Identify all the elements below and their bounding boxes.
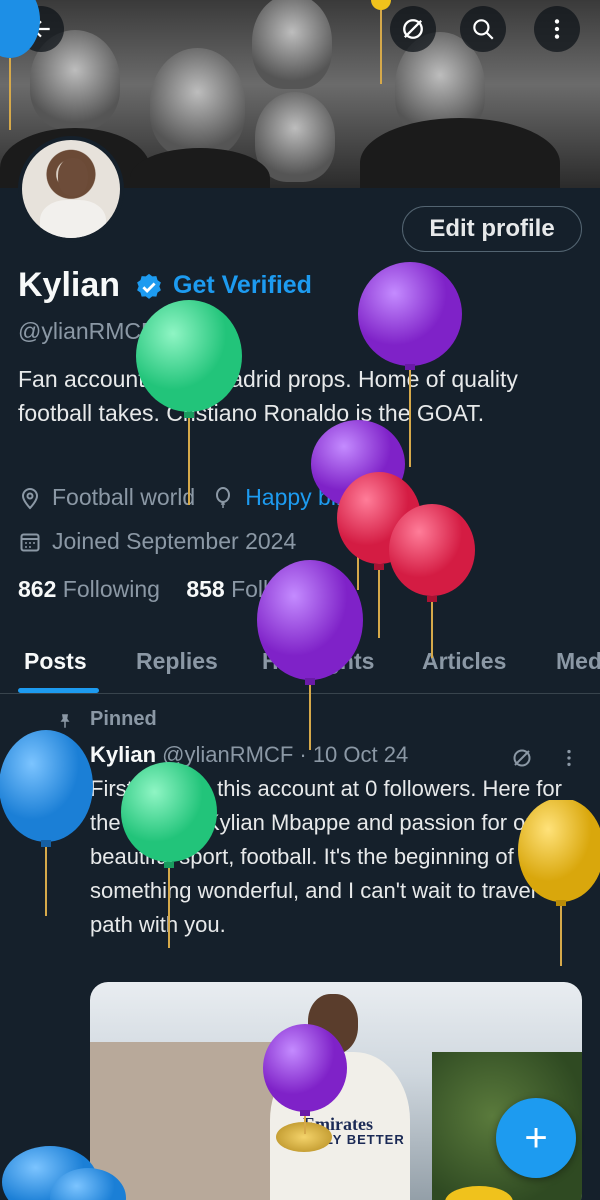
tab-articles[interactable]: Articles	[422, 648, 506, 675]
tab-replies[interactable]: Replies	[136, 648, 218, 675]
follow-stats: 862 Following 858 Followers	[18, 576, 330, 603]
profile-joined-date: Joined September 2024	[52, 528, 297, 554]
balloon-red-2	[389, 504, 475, 658]
profile-avatar[interactable]	[18, 136, 124, 242]
post-header: Kylian @ylianRMCF · 10 Oct 24	[90, 742, 408, 768]
location-pin-icon	[18, 486, 42, 510]
following-link[interactable]: 862 Following	[18, 576, 160, 602]
pin-icon	[60, 714, 70, 728]
following-count: 862	[18, 576, 57, 602]
verified-badge-icon[interactable]	[134, 272, 164, 302]
get-verified-link[interactable]: Get Verified	[173, 271, 312, 300]
profile-bio: Fan account. Real Madrid props. Home of …	[18, 366, 518, 426]
compose-post-button[interactable]: +	[496, 1098, 576, 1178]
grok-icon	[403, 19, 423, 39]
back-arrow-icon	[31, 20, 50, 38]
following-label: Following	[62, 576, 160, 602]
more-options-button[interactable]	[534, 6, 580, 52]
post-more-icon[interactable]	[558, 746, 580, 770]
search-icon	[473, 19, 494, 40]
followers-label: Followers	[231, 576, 330, 602]
birthday-link[interactable]: Happy birthday!	[245, 484, 406, 511]
tab-highlights[interactable]: Highlights	[262, 648, 374, 675]
tab-media[interactable]: Media	[556, 648, 600, 675]
search-button[interactable]	[460, 6, 506, 52]
profile-location: Football world	[52, 484, 196, 510]
profile-name: Kylian	[18, 266, 121, 304]
more-vertical-icon	[554, 19, 560, 39]
profile-handle: @ylianRMCF	[18, 318, 156, 344]
grok-button[interactable]	[390, 6, 436, 52]
post-text: First post on this account at 0 follower…	[90, 776, 577, 937]
profile-tabs: Posts Replies Highlights Articles Media	[0, 636, 600, 694]
followers-count: 858	[186, 576, 225, 602]
active-tab-indicator	[18, 688, 99, 693]
followers-link[interactable]: 858 Followers	[186, 576, 329, 602]
post-handle-date: @ylianRMCF · 10 Oct 24	[162, 742, 409, 767]
post-author[interactable]: Kylian	[90, 742, 156, 767]
balloon-icon	[211, 486, 235, 510]
grok-icon[interactable]	[510, 746, 534, 770]
tab-posts[interactable]: Posts	[24, 648, 87, 675]
profile-meta-row-2: Joined September 2024	[18, 528, 296, 555]
post-avatar[interactable]	[18, 740, 76, 798]
pinned-label: Pinned	[90, 708, 157, 730]
profile-meta-row-1: Football world Happy birthday!	[18, 484, 406, 511]
back-button[interactable]	[18, 6, 64, 52]
plus-icon: +	[524, 1115, 548, 1160]
calendar-icon	[18, 530, 42, 554]
edit-profile-button[interactable]: Edit profile	[402, 206, 582, 252]
